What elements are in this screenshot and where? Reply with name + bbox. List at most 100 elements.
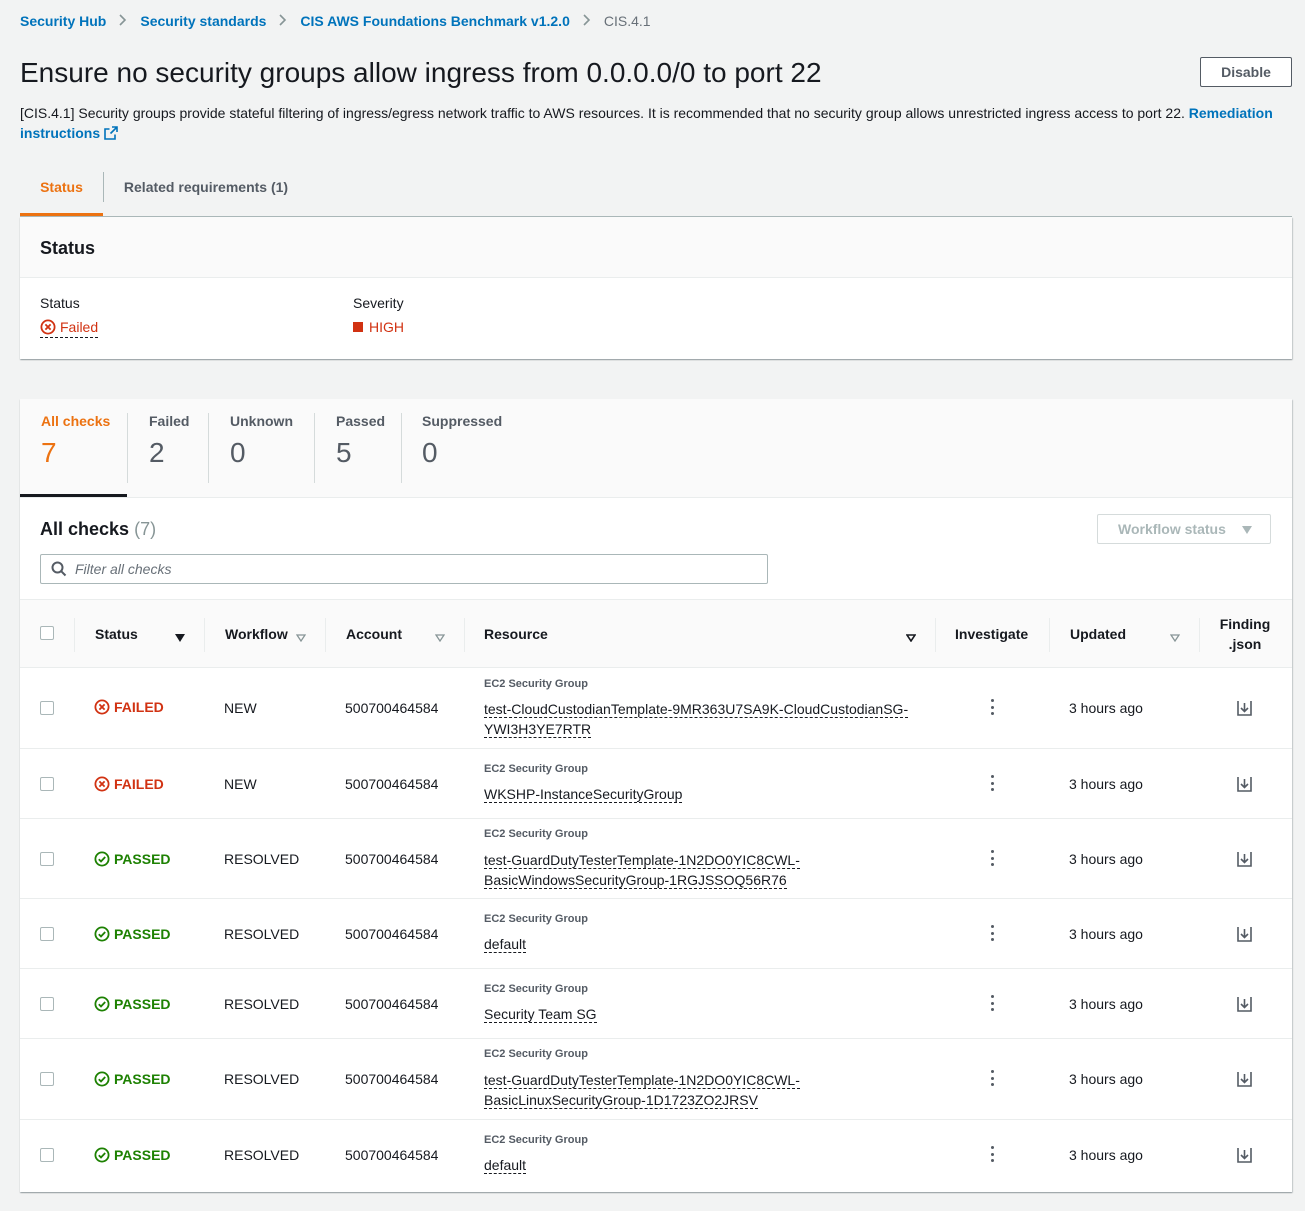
sort-icon[interactable] (1169, 629, 1181, 645)
description-text: [CIS.4.1] Security groups provide statef… (20, 105, 1185, 121)
row-checkbox[interactable] (40, 701, 54, 715)
tab-related-requirements[interactable]: Related requirements (1) (104, 170, 308, 216)
resource-link[interactable]: WKSHP-InstanceSecurityGroup (484, 784, 683, 804)
sort-icon[interactable] (434, 629, 446, 645)
count-label: Failed (149, 413, 190, 429)
count-value: 0 (230, 437, 246, 468)
resource-type: EC2 Security Group (484, 828, 588, 840)
row-checkbox[interactable] (40, 852, 54, 866)
kebab-menu-icon[interactable] (989, 925, 995, 945)
resource-link[interactable]: Security Team SG (484, 1004, 597, 1024)
row-checkbox[interactable] (40, 1148, 54, 1162)
updated-cell: 3 hours ago (1069, 926, 1143, 942)
count-value: 0 (422, 437, 438, 468)
table-row[interactable]: PASSED RESOLVED 500700464584 EC2 Securit… (20, 1120, 1292, 1192)
table-row[interactable]: FAILED NEW 500700464584 EC2 Security Gro… (20, 749, 1292, 819)
column-header-account[interactable]: Account (346, 600, 402, 668)
row-checkbox[interactable] (40, 927, 54, 941)
count-suppressed[interactable]: Suppressed 0 (422, 413, 502, 483)
table-title: All checks (7) (40, 519, 156, 540)
count-passed[interactable]: Passed 5 (336, 413, 385, 483)
external-link-icon[interactable] (104, 125, 118, 145)
download-icon[interactable] (1237, 700, 1252, 716)
table-row[interactable]: PASSED RESOLVED 500700464584 EC2 Securit… (20, 899, 1292, 969)
count-all-checks[interactable]: All checks 7 (41, 413, 110, 483)
download-icon[interactable] (1237, 1147, 1252, 1163)
column-header-updated[interactable]: Updated (1070, 600, 1126, 668)
kebab-menu-icon[interactable] (989, 1070, 995, 1090)
row-checkbox[interactable] (40, 997, 54, 1011)
status-value[interactable]: Failed (40, 319, 99, 338)
column-divider (74, 618, 75, 652)
row-checkbox[interactable] (40, 1072, 54, 1086)
kebab-menu-icon[interactable] (989, 850, 995, 870)
resource-link[interactable]: test-GuardDutyTesterTemplate-1N2DO0YIC8C… (484, 850, 800, 890)
breadcrumb-security-standards[interactable]: Security standards (140, 13, 266, 29)
status-key: Status (40, 295, 80, 311)
workflow-cell: NEW (224, 776, 257, 792)
row-checkbox[interactable] (40, 777, 54, 791)
column-header-resource[interactable]: Resource (484, 600, 548, 668)
check-circle-icon (94, 926, 110, 942)
tab-status[interactable]: Status (20, 170, 103, 216)
control-description: [CIS.4.1] Security groups provide statef… (20, 103, 1290, 145)
count-divider (401, 413, 402, 483)
kebab-menu-icon[interactable] (989, 995, 995, 1015)
account-cell: 500700464584 (345, 776, 439, 792)
kebab-menu-icon[interactable] (989, 775, 995, 795)
account-cell: 500700464584 (345, 851, 439, 867)
account-cell: 500700464584 (345, 1147, 439, 1163)
table-row[interactable]: PASSED RESOLVED 500700464584 EC2 Securit… (20, 1039, 1292, 1120)
status-panel-title: Status (20, 217, 1292, 278)
sort-icon[interactable] (905, 629, 917, 645)
updated-cell: 3 hours ago (1069, 851, 1143, 867)
workflow-status-label: Workflow status (1118, 521, 1226, 537)
kebab-menu-icon[interactable] (989, 1146, 995, 1166)
column-header-status[interactable]: Status (95, 600, 138, 668)
breadcrumb: Security Hub Security standards CIS AWS … (20, 13, 651, 29)
count-label: Unknown (230, 413, 293, 429)
filter-input[interactable] (75, 560, 755, 578)
resource-link[interactable]: default (484, 1155, 527, 1175)
finding-header-line2: .json (1228, 636, 1262, 652)
count-label: Passed (336, 413, 386, 429)
resource-link[interactable]: test-GuardDutyTesterTemplate-1N2DO0YIC8C… (484, 1070, 800, 1110)
download-icon[interactable] (1237, 996, 1252, 1012)
severity-key: Severity (353, 295, 404, 311)
updated-cell: 3 hours ago (1069, 1147, 1143, 1163)
sort-icon[interactable] (295, 629, 307, 645)
column-divider (935, 618, 936, 652)
breadcrumb-security-hub[interactable]: Security Hub (20, 13, 106, 29)
workflow-cell: RESOLVED (224, 1071, 300, 1087)
workflow-status-select[interactable]: Workflow status (1097, 514, 1271, 544)
kebab-menu-icon[interactable] (989, 699, 995, 719)
status-field: Status Failed (40, 295, 99, 338)
resource-link[interactable]: test-CloudCustodianTemplate-9MR363U7SA9K… (484, 699, 909, 739)
filter-box[interactable] (40, 554, 768, 584)
column-header-workflow[interactable]: Workflow (225, 600, 288, 668)
table-row[interactable]: FAILED NEW 500700464584 EC2 Security Gro… (20, 668, 1292, 749)
download-icon[interactable] (1237, 851, 1252, 867)
count-unknown[interactable]: Unknown 0 (230, 413, 293, 483)
check-circle-icon (94, 851, 110, 867)
sort-desc-icon[interactable] (175, 629, 185, 645)
count-failed[interactable]: Failed 2 (149, 413, 189, 483)
download-icon[interactable] (1237, 926, 1252, 942)
table-row[interactable]: PASSED RESOLVED 500700464584 EC2 Securit… (20, 969, 1292, 1039)
status-passed: PASSED (94, 1147, 171, 1163)
breadcrumb-current: CIS.4.1 (603, 13, 651, 29)
workflow-cell: RESOLVED (224, 851, 300, 867)
breadcrumb-cis-benchmark[interactable]: CIS AWS Foundations Benchmark v1.2.0 (300, 13, 569, 29)
check-circle-icon (94, 1071, 110, 1087)
select-all-checkbox[interactable] (40, 626, 54, 640)
download-icon[interactable] (1237, 1071, 1252, 1087)
finding-header-line1: Finding (1219, 616, 1271, 632)
table-row[interactable]: PASSED RESOLVED 500700464584 EC2 Securit… (20, 819, 1292, 899)
count-label: All checks (41, 413, 111, 429)
download-icon[interactable] (1237, 776, 1252, 792)
status-value-label: Failed (60, 319, 99, 335)
account-cell: 500700464584 (345, 700, 439, 716)
resource-link[interactable]: default (484, 934, 527, 954)
disable-button[interactable]: Disable (1200, 57, 1292, 87)
workflow-cell: RESOLVED (224, 1147, 300, 1163)
